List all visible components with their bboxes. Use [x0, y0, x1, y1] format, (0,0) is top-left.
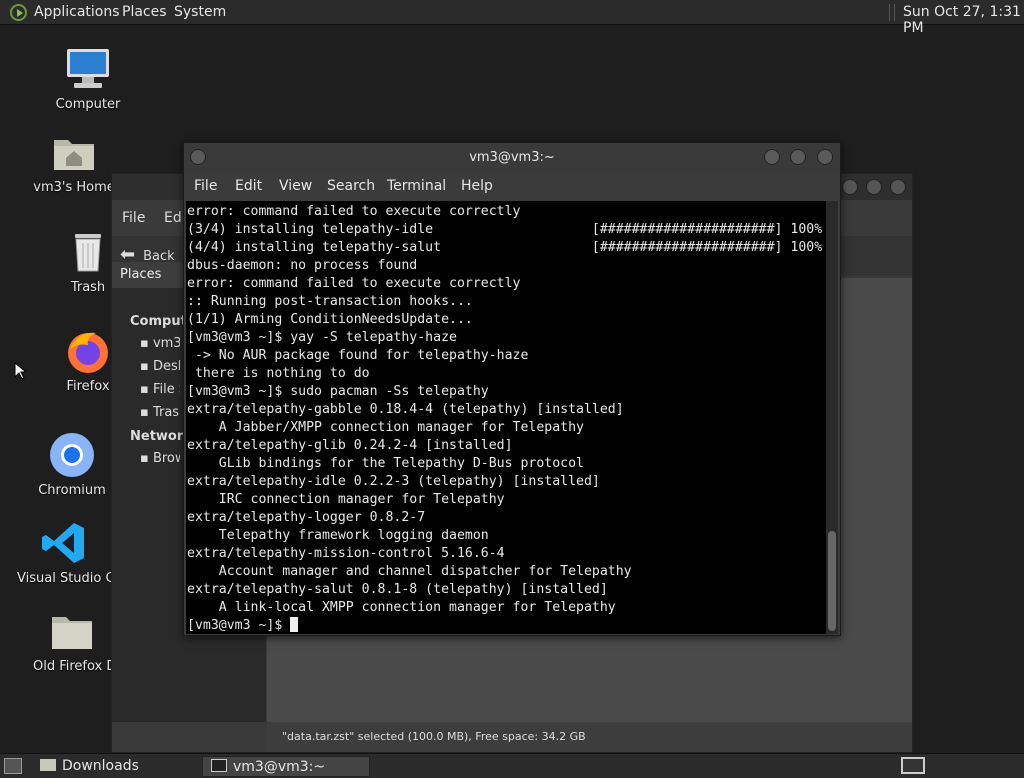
- menu-file[interactable]: File: [122, 210, 145, 226]
- desktop-icon-label: vm3's Home: [33, 180, 115, 195]
- home-folder-icon: [50, 128, 98, 176]
- desktop-icon-label: Computer: [55, 97, 121, 112]
- terminal-line: extra/telepathy-logger 0.8.2-7: [187, 510, 426, 525]
- terminal-line: (1/1) Arming ConditionNeedsUpdate...: [187, 312, 473, 327]
- terminal-line: Account manager and channel dispatcher f…: [187, 564, 632, 579]
- terminal-line: A Jabber/XMPP connection manager for Tel…: [187, 420, 584, 435]
- terminal-menubar: File Edit View Search Terminal Help: [184, 173, 840, 201]
- terminal-line: extra/telepathy-mission-control 5.16.6-4: [187, 546, 505, 561]
- sidebar-item-home[interactable]: ▪ vm3: [140, 336, 180, 351]
- workspace-switcher-icon[interactable]: [901, 757, 925, 774]
- window-menu-button[interactable]: [190, 149, 206, 165]
- terminal-line: extra/telepathy-glib 0.24.2-4 [installed…: [187, 438, 513, 453]
- terminal-screen[interactable]: error: command failed to execute correct…: [186, 201, 827, 634]
- places-dropdown[interactable]: Places: [112, 262, 184, 288]
- sidebar-item-browse-network[interactable]: ▪ Browse Network: [140, 451, 180, 466]
- file-manager-statusbar: "data.tar.zst" selected (100.0 MB), Free…: [267, 722, 912, 752]
- vscode-icon: [40, 519, 88, 567]
- desktop-icon-label: Old Firefox Data: [33, 659, 111, 674]
- terminal-line: dbus-daemon: no process found: [187, 258, 418, 273]
- folder-icon: [48, 607, 96, 655]
- firefox-icon: [64, 327, 112, 375]
- terminal-line: extra/telepathy-idle 0.2.2-3 (telepathy)…: [187, 474, 600, 489]
- maximize-button[interactable]: [866, 179, 882, 195]
- terminal-line: extra/telepathy-salut 0.8.1-8 (telepathy…: [187, 582, 608, 597]
- folder-icon: [40, 759, 56, 771]
- terminal-line: IRC connection manager for Telepathy: [187, 492, 505, 507]
- terminal-prompt-line: [vm3@vm3 ~]$: [187, 617, 827, 634]
- terminal-line: error: command failed to execute correct…: [187, 276, 521, 291]
- sidebar-item-filesystem[interactable]: ▪ File System: [140, 382, 180, 397]
- sidebar-item-desktop[interactable]: ▪ Desktop: [140, 359, 180, 374]
- desktop-icon-old-firefox-data[interactable]: Old Firefox Data: [33, 607, 111, 674]
- desktop-icon-computer[interactable]: Computer: [33, 45, 143, 112]
- terminal-line: GLib bindings for the Telepathy D-Bus pr…: [187, 456, 584, 471]
- text-cursor: [290, 617, 299, 632]
- task-label: vm3@vm3:~: [233, 759, 326, 775]
- terminal-line: Telepathy framework logging daemon: [187, 528, 489, 543]
- minimize-button[interactable]: [764, 149, 780, 165]
- close-button[interactable]: [890, 179, 906, 195]
- terminal-line: -> No AUR package found for telepathy-ha…: [187, 348, 529, 363]
- menu-file[interactable]: File: [194, 178, 217, 194]
- trash-icon: [64, 228, 112, 276]
- panel-separator: [889, 4, 895, 21]
- terminal-line: extra/telepathy-gabble 0.18.4-4 (telepat…: [187, 402, 624, 417]
- menu-view[interactable]: View: [279, 178, 312, 194]
- mouse-pointer-icon: [14, 362, 26, 380]
- terminal-line: (4/4) installing telepathy-salut [######…: [187, 240, 823, 255]
- menu-edit[interactable]: Edit: [235, 178, 262, 194]
- menu-terminal[interactable]: Terminal: [387, 178, 446, 194]
- terminal-titlebar[interactable]: vm3@vm3:~: [184, 143, 840, 173]
- minimize-button[interactable]: [842, 179, 858, 195]
- system-menu[interactable]: System: [174, 4, 226, 20]
- menu-help[interactable]: Help: [461, 178, 493, 194]
- terminal-title: vm3@vm3:~: [469, 150, 555, 165]
- desktop-icon-label: Visual Studio Code: [17, 571, 111, 586]
- terminal-prompt: [vm3@vm3 ~]$: [187, 618, 291, 633]
- computer-icon: [64, 45, 112, 93]
- terminal-icon: [211, 759, 227, 772]
- applications-menu[interactable]: Applications: [34, 4, 120, 20]
- sidebar-item-trash[interactable]: ▪ Trash: [140, 405, 180, 420]
- show-desktop-icon[interactable]: [4, 758, 22, 774]
- close-button[interactable]: [817, 149, 833, 165]
- task-downloads[interactable]: Downloads: [32, 756, 200, 777]
- menu-search[interactable]: Search: [327, 178, 375, 194]
- bottom-panel: Downloads vm3@vm3:~: [0, 753, 1024, 778]
- terminal-line: :: Running post-transaction hooks...: [187, 294, 473, 309]
- terminal-line: A link-local XMPP connection manager for…: [187, 600, 616, 615]
- scrollbar-thumb[interactable]: [828, 531, 836, 631]
- desktop-icon-home[interactable]: vm3's Home: [33, 128, 115, 195]
- clock[interactable]: Sun Oct 27, 1:31 PM: [903, 4, 1024, 36]
- desktop-icon-vscode[interactable]: Visual Studio Code: [17, 519, 111, 586]
- terminal-line: there is nothing to do: [187, 366, 370, 381]
- terminal-line: [vm3@vm3 ~]$ yay -S telepathy-haze: [187, 330, 457, 345]
- terminal-window: vm3@vm3:~ File Edit View Search Terminal…: [183, 142, 841, 636]
- terminal-scrollbar[interactable]: [826, 201, 838, 634]
- terminal-line: error: command failed to execute correct…: [187, 204, 521, 219]
- chromium-icon: [48, 431, 96, 479]
- task-label: Downloads: [62, 758, 139, 774]
- places-menu[interactable]: Places: [122, 4, 167, 20]
- task-terminal[interactable]: vm3@vm3:~: [202, 756, 370, 777]
- terminal-line: (3/4) installing telepathy-idle [#######…: [187, 222, 823, 237]
- top-panel: Applications Places System Sun Oct 27, 1…: [0, 0, 1024, 36]
- terminal-line: [vm3@vm3 ~]$ sudo pacman -Ss telepathy: [187, 384, 489, 399]
- distro-logo-icon[interactable]: [10, 4, 27, 21]
- maximize-button[interactable]: [790, 149, 806, 165]
